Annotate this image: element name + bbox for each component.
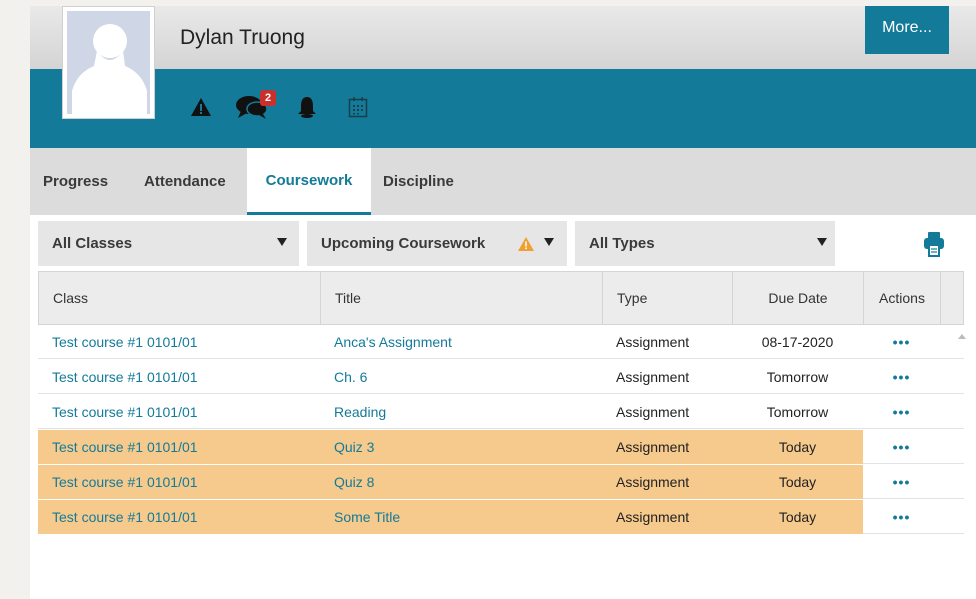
person-silhouette-icon	[72, 24, 147, 114]
title-cell[interactable]: Reading	[334, 395, 602, 429]
due-date-cell: Tomorrow	[766, 369, 829, 385]
table-row: Test course #1 0101/01 Quiz 3 Assignment To…	[38, 430, 964, 464]
title-cell[interactable]: Quiz 3	[334, 430, 602, 464]
class-cell[interactable]: Test course #1 0101/01	[52, 395, 320, 429]
column-header-due-date[interactable]: Due Date	[733, 272, 864, 324]
tab-discipline[interactable]: Discipline	[383, 148, 454, 215]
tab-progress[interactable]: Progress	[43, 148, 108, 215]
avatar	[62, 6, 155, 119]
table-row: Test course #1 0101/01 Ch. 6 Assignment Tom…	[38, 360, 964, 394]
class-filter-dropdown[interactable]: All Classes	[38, 221, 299, 266]
header-bar	[30, 6, 976, 69]
due-date-cell: Today	[778, 439, 817, 455]
type-cell: Assignment	[616, 334, 690, 350]
tab-attendance[interactable]: Attendance	[144, 148, 226, 215]
actions-menu-button[interactable]: •••	[863, 325, 940, 359]
column-header-class[interactable]: Class	[39, 272, 321, 324]
type-cell: Assignment	[616, 369, 690, 385]
student-name: Dylan Truong	[180, 26, 305, 49]
warning-icon	[518, 237, 534, 251]
column-header-title[interactable]: Title	[321, 272, 603, 324]
type-cell: Assignment	[616, 509, 690, 525]
header-band	[30, 69, 976, 148]
scroll-up-arrow-icon[interactable]	[958, 334, 966, 339]
tab-bar: Progress Attendance Coursework Disciplin…	[30, 148, 976, 215]
actions-menu-button[interactable]: •••	[863, 430, 940, 464]
print-icon[interactable]	[920, 230, 948, 258]
title-cell[interactable]: Quiz 8	[334, 465, 602, 499]
table-row: Test course #1 0101/01 Anca's Assignment A…	[38, 325, 964, 359]
title-cell[interactable]: Ch. 6	[334, 360, 602, 394]
actions-menu-button[interactable]: •••	[863, 465, 940, 499]
more-button[interactable]: More...	[865, 6, 949, 54]
message-count-badge: 2	[260, 90, 276, 106]
due-date-cell: Today	[778, 474, 817, 490]
table-row: Test course #1 0101/01 Reading Assignment T…	[38, 395, 964, 429]
column-header-actions: Actions	[864, 272, 941, 324]
actions-menu-button[interactable]: •••	[863, 360, 940, 394]
calendar-icon[interactable]	[347, 94, 369, 120]
chevron-down-icon	[817, 238, 827, 246]
coursework-filter-value: Upcoming Coursework	[321, 235, 486, 252]
chevron-down-icon	[544, 238, 554, 246]
table-row: Test course #1 0101/01 Some Title Assignme…	[38, 500, 964, 534]
alert-icon[interactable]	[190, 94, 212, 120]
type-cell: Assignment	[616, 439, 690, 455]
coursework-filter-dropdown[interactable]: Upcoming Coursework	[307, 221, 567, 266]
actions-menu-button[interactable]: •••	[863, 395, 940, 429]
type-cell: Assignment	[616, 404, 690, 420]
due-date-cell: Tomorrow	[766, 404, 829, 420]
table-row: Test course #1 0101/01 Quiz 8 Assignment To…	[38, 465, 964, 499]
class-cell[interactable]: Test course #1 0101/01	[52, 465, 320, 499]
actions-menu-button[interactable]: •••	[863, 500, 940, 534]
notification-bell-icon[interactable]	[296, 94, 318, 120]
class-cell[interactable]: Test course #1 0101/01	[52, 500, 320, 534]
type-filter-value: All Types	[589, 235, 655, 252]
title-cell[interactable]: Some Title	[334, 500, 602, 534]
due-date-cell: Today	[778, 509, 817, 525]
student-panel: Dylan Truong More... 2 Progress Attendan…	[30, 6, 976, 599]
class-cell[interactable]: Test course #1 0101/01	[52, 325, 320, 359]
class-cell[interactable]: Test course #1 0101/01	[52, 430, 320, 464]
type-filter-dropdown[interactable]: All Types	[575, 221, 835, 266]
column-header-type[interactable]: Type	[603, 272, 733, 324]
coursework-table-header: Class Title Type Due Date Actions	[38, 271, 964, 325]
class-cell[interactable]: Test course #1 0101/01	[52, 360, 320, 394]
chevron-down-icon	[277, 238, 287, 246]
title-cell[interactable]: Anca's Assignment	[334, 325, 602, 359]
tab-coursework[interactable]: Coursework	[247, 148, 371, 215]
type-cell: Assignment	[616, 474, 690, 490]
class-filter-value: All Classes	[52, 235, 133, 252]
due-date-cell: 08-17-2020	[761, 334, 834, 350]
